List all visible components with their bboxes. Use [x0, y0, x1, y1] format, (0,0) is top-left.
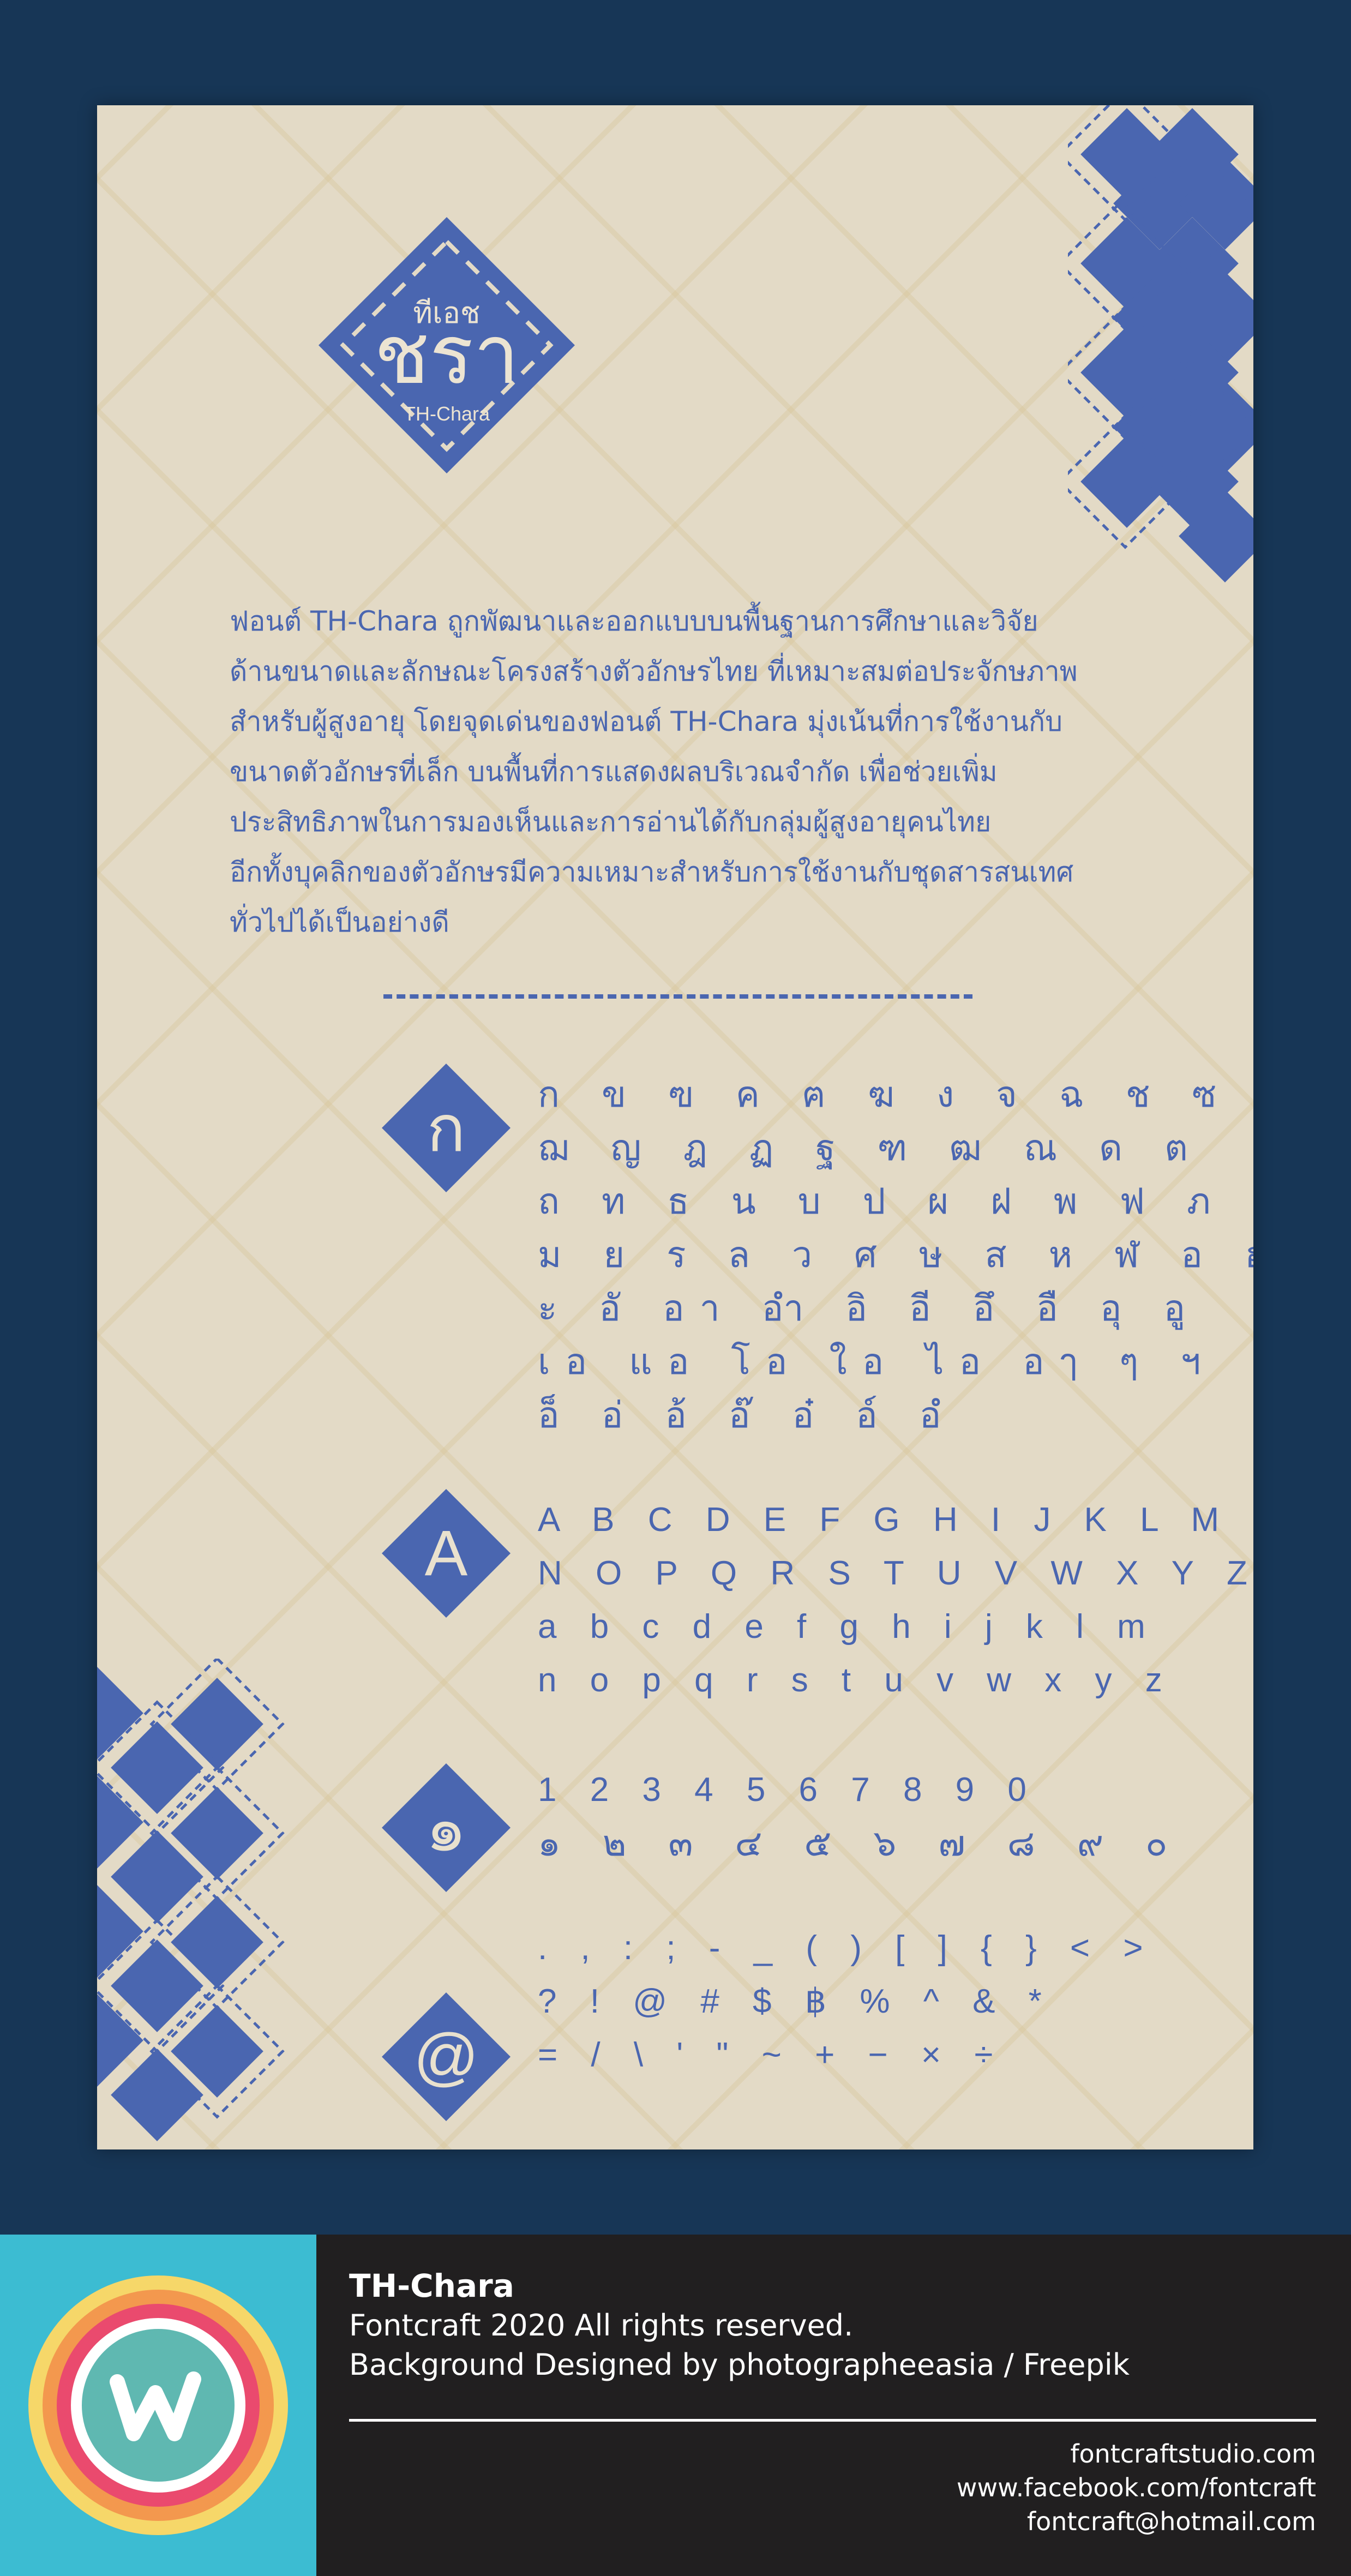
- symbols-glyph-block: . , : ; - _ ( ) [ ] { } < > ? ! @ # $ ฿ …: [538, 1922, 1155, 2082]
- latin-glyph-line: n o p q r s t u v w x y z: [538, 1661, 1174, 1699]
- numerals-section-badge: ๑: [382, 1763, 511, 1892]
- description-line: ด้านขนาดและลักษณะโครงสร้างตัวอักษรไทย ที…: [230, 656, 1078, 687]
- latin-badge-glyph: A: [424, 1517, 468, 1589]
- footer-credit: Background Designed by photographeeasia …: [349, 2347, 1130, 2382]
- latin-glyph-line: a b c d e f g h i j k l m: [538, 1608, 1157, 1646]
- footer-copyright: Fontcraft 2020 All rights reserved.: [349, 2308, 854, 2343]
- footer-divider: [349, 2419, 1316, 2422]
- footer-email-link[interactable]: fontcraft@hotmail.com: [1027, 2507, 1316, 2536]
- numerals-glyph-block: 1 2 3 4 5 6 7 8 9 0 ๑ ๒ ๓ ๔ ๕ ๖ ๗ ๘ ๙ ๐: [538, 1763, 1182, 1870]
- symbols-glyph-line: ? ! @ # $ ฿ % ^ & *: [538, 1983, 1054, 2020]
- numerals-badge-glyph: ๑: [425, 1793, 467, 1865]
- numerals-glyph-line: 1 2 3 4 5 6 7 8 9 0: [538, 1771, 1038, 1809]
- thai-glyph-line: ถ ท ธ น บ ป ผ ฝ พ ฟ ภ: [538, 1180, 1226, 1222]
- corner-diamond-pattern-bottom-left: [97, 1659, 285, 2141]
- description-line: ประสิทธิภาพในการมองเห็นและการอ่านได้กับก…: [230, 806, 992, 838]
- thai-glyph-line: ฌ ญ ฎ ฏ ฐ ฑ ฒ ณ ด ต: [538, 1127, 1203, 1169]
- thai-glyph-line: ม ย ร ล ว ศ ษ ส ห ฬ อ ฮ: [538, 1234, 1253, 1276]
- thai-section-badge: ก: [382, 1064, 511, 1192]
- footer-title: TH-Chara: [349, 2267, 514, 2304]
- thai-glyph-block: ก ข ฃ ค ฅ ฆ ง จ ฉ ช ซ ฌ ญ ฎ ฏ ฐ ฑ ฒ ณ ด …: [538, 1068, 1253, 1442]
- logo-latin-title: TH-Chara: [403, 403, 490, 425]
- thai-glyph-line: อ็ อ่ อ้ อ๊ อ๋ อ์ อํ: [538, 1394, 957, 1436]
- symbols-section-badge: @: [382, 1992, 511, 2121]
- description-line: ขนาดตัวอักษรที่เล็ก บนพื้นที่การแสดงผลบร…: [230, 756, 998, 788]
- dashed-divider: [383, 994, 972, 999]
- thai-glyph-line: ะ อั อา อำ อิ อี อึ อื อุ อู: [538, 1287, 1201, 1329]
- footer-website-link[interactable]: fontcraftstudio.com: [1070, 2439, 1316, 2469]
- description-line: ทั่วไปได้เป็นอย่างดี: [230, 906, 449, 938]
- numerals-glyph-line: ๑ ๒ ๓ ๔ ๕ ๖ ๗ ๘ ๙ ๐: [538, 1822, 1183, 1864]
- description-line: ฟอนต์ TH-Chara ถูกพัฒนาและออกแบบบนพื้นฐา…: [230, 605, 1038, 637]
- latin-glyph-line: N O P Q R S T U V W X Y Z: [538, 1554, 1253, 1592]
- corner-diamond-pattern-top-right: [1068, 105, 1253, 583]
- symbols-glyph-line: . , : ; - _ ( ) [ ] { } < >: [538, 1929, 1155, 1967]
- thai-glyph-line: เอ แอ โอ ใอ ไอ อๅ ๆ ฯ: [538, 1341, 1216, 1383]
- logo-thai-title: ชรา: [374, 308, 520, 403]
- footer-facebook-link[interactable]: www.facebook.com/fontcraft: [957, 2473, 1316, 2502]
- latin-section-badge: A: [382, 1489, 511, 1618]
- description-line: อีกทั้งบุคลิกของตัวอักษรมีความเหมาะสำหรั…: [230, 856, 1074, 888]
- font-logo: ทีเอช ชรา TH-Chara: [313, 212, 580, 479]
- description-line: สำหรับผู้สูงอายุ โดยจุดเด่นของฟอนต์ TH-C…: [230, 706, 1062, 737]
- font-description: ฟอนต์ TH-Chara ถูกพัฒนาและออกแบบบนพื้นฐา…: [230, 596, 1157, 947]
- thai-badge-glyph: ก: [427, 1093, 466, 1165]
- symbols-badge-glyph: @: [413, 2021, 479, 2093]
- latin-glyph-block: A B C D E F G H I J K L M N O P Q R S T …: [538, 1493, 1253, 1707]
- fontcraft-logo-box: [0, 2235, 316, 2576]
- symbols-glyph-line: = / \ ' " ~ + − × ÷: [538, 2036, 1005, 2074]
- footer: TH-Chara Fontcraft 2020 All rights reser…: [0, 2235, 1351, 2576]
- thai-glyph-line: ก ข ฃ ค ฅ ฆ ง จ ฉ ช ซ: [538, 1073, 1232, 1115]
- fontcraft-logo-icon: [28, 2275, 288, 2535]
- font-specimen-card: ทีเอช ชรา TH-Chara ฟอนต์ TH-Chara ถูกพัฒ…: [97, 105, 1253, 2149]
- latin-glyph-line: A B C D E F G H I J K L M: [538, 1501, 1232, 1539]
